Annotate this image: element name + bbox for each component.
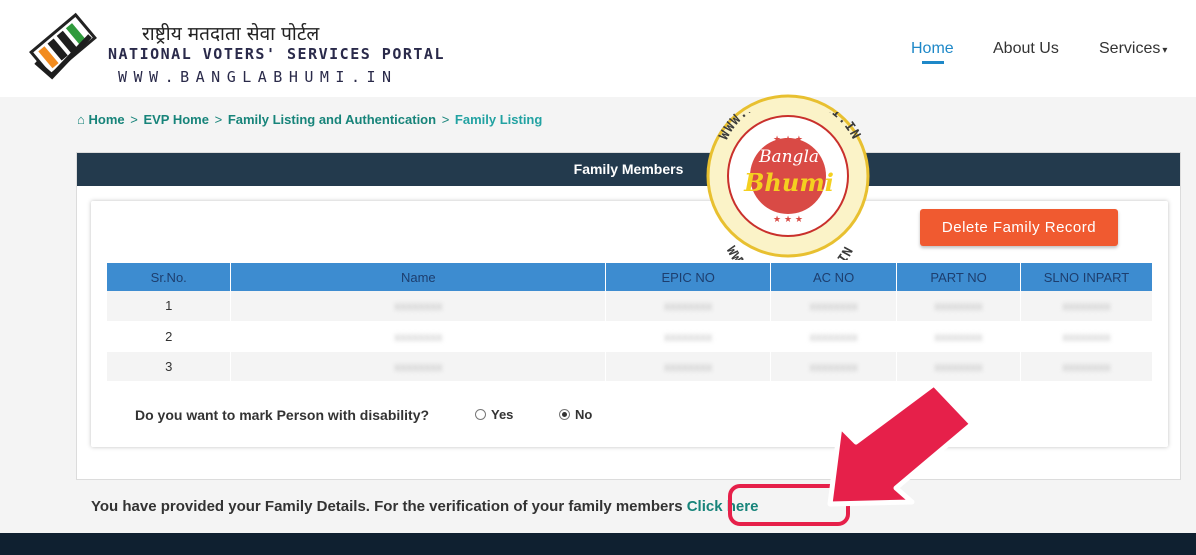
watermark-ring-top-label: WWW.BANGLABHUMI.IN	[717, 89, 863, 143]
cell-slno: xxxxxxxx	[1020, 351, 1153, 382]
breadcrumb-separator: >	[441, 112, 450, 127]
site-footer	[0, 533, 1196, 555]
redacted-text: xxxxxxxx	[809, 299, 858, 314]
column-header-slno: SLNO INPART	[1020, 263, 1153, 291]
breadcrumb-home[interactable]: Home	[88, 112, 124, 127]
breadcrumb-current: Family Listing	[454, 112, 543, 127]
redacted-text: xxxxxxxx	[1062, 329, 1111, 344]
cell-srno: 1	[107, 291, 232, 322]
panel-title: Family Members	[77, 153, 1180, 186]
radio-no-circle[interactable]	[559, 409, 570, 420]
cell-ac: xxxxxxxx	[770, 321, 898, 352]
watermark-ring-text-bottom: WWW.BANGLABHUMI.IN	[705, 220, 875, 294]
breadcrumb: ⌂ Home > EVP Home > Family Listing and A…	[77, 112, 542, 127]
redacted-text: xxxxxxxx	[809, 329, 858, 344]
radio-no[interactable]: No	[559, 407, 592, 422]
cell-epic: xxxxxxxx	[605, 351, 772, 382]
redacted-text: xxxxxxxx	[934, 359, 983, 374]
redacted-text: xxxxxxxx	[664, 359, 713, 374]
nav-home[interactable]: Home	[911, 40, 954, 58]
cell-name: xxxxxxxx	[230, 351, 607, 382]
table-row: 2 xxxxxxxx xxxxxxxx xxxxxxxx xxxxxxxx xx…	[107, 321, 1153, 352]
redacted-text: xxxxxxxx	[394, 299, 443, 314]
watermark-ring-bottom-label: WWW.BANGLABHUMI.IN	[723, 244, 856, 294]
radio-yes-circle[interactable]	[475, 409, 486, 420]
breadcrumb-family-auth[interactable]: Family Listing and Authentication	[228, 112, 436, 127]
eci-logo-icon	[29, 12, 97, 80]
cell-part: xxxxxxxx	[896, 351, 1022, 382]
nav-services-label: Services	[1099, 40, 1161, 57]
radio-no-label: No	[575, 407, 593, 422]
breadcrumb-separator: >	[130, 112, 138, 127]
family-members-card: Delete Family Record Sr.No. Name EPIC NO…	[91, 201, 1168, 447]
radio-yes[interactable]: Yes	[475, 407, 513, 422]
family-members-table: Sr.No. Name EPIC NO AC NO PART NO SLNO I…	[107, 263, 1153, 382]
column-header-srno: Sr.No.	[107, 263, 232, 291]
notice-text: You have provided your Family Details. F…	[91, 498, 683, 515]
redacted-text: xxxxxxxx	[934, 299, 983, 314]
redacted-text: xxxxxxxx	[1062, 359, 1111, 374]
cell-part: xxxxxxxx	[896, 321, 1022, 352]
svg-text:WWW.BANGLABHUMI.IN: WWW.BANGLABHUMI.IN	[717, 112, 864, 142]
cell-epic: xxxxxxxx	[605, 291, 772, 322]
breadcrumb-separator: >	[214, 112, 223, 127]
watermark-ring-bottom-icon: WWW.BANGLABHUMI.IN	[723, 244, 857, 294]
cell-ac: xxxxxxxx	[770, 291, 898, 322]
portal-title-hindi: राष्ट्रीय मतदाता सेवा पोर्टल	[142, 23, 320, 45]
cell-slno: xxxxxxxx	[1020, 291, 1153, 322]
cell-epic: xxxxxxxx	[605, 321, 772, 352]
caret-down-icon: ▾	[1162, 45, 1168, 56]
disability-question: Do you want to mark Person with disabili…	[135, 407, 430, 423]
svg-text:WWW.BANGLABHUMI.IN: WWW.BANGLABHUMI.IN	[723, 244, 857, 260]
redacted-text: xxxxxxxx	[394, 329, 443, 344]
cell-slno: xxxxxxxx	[1020, 321, 1153, 352]
portal-title-english: NATIONAL VOTERS' SERVICES PORTAL	[108, 45, 445, 63]
redacted-text: xxxxxxxx	[664, 329, 713, 344]
cell-srno: 3	[107, 351, 232, 382]
redacted-text: xxxxxxxx	[394, 359, 443, 374]
site-header: राष्ट्रीय मतदाता सेवा पोर्टल NATIONAL VO…	[0, 0, 1196, 97]
nav-about-us[interactable]: About Us	[993, 40, 1059, 58]
family-members-panel: Family Members Delete Family Record Sr.N…	[76, 152, 1181, 480]
cell-part: xxxxxxxx	[896, 291, 1022, 322]
home-icon: ⌂	[77, 112, 85, 127]
cell-name: xxxxxxxx	[230, 321, 607, 352]
table-row: 1 xxxxxxxx xxxxxxxx xxxxxxxx xxxxxxxx xx…	[107, 291, 1153, 322]
redacted-text: xxxxxxxx	[664, 299, 713, 314]
column-header-part: PART NO	[896, 263, 1022, 291]
radio-yes-label: Yes	[491, 407, 514, 422]
watermark-center-line1: Bangla	[758, 147, 820, 167]
redacted-text: xxxxxxxx	[809, 359, 858, 374]
verification-notice: You have provided your Family Details. F…	[91, 498, 758, 515]
nav-active-indicator	[922, 61, 944, 64]
table-row: 3 xxxxxxxx xxxxxxxx xxxxxxxx xxxxxxxx xx…	[107, 351, 1153, 382]
nav-services[interactable]: Services ▾	[1099, 40, 1167, 58]
website-label: WWW.BANGLABHUMI.IN	[118, 68, 398, 86]
cell-name: xxxxxxxx	[230, 291, 607, 322]
watermark-center-line2: Bhumi	[744, 168, 834, 197]
cell-srno: 2	[107, 321, 232, 352]
column-header-name: Name	[230, 263, 607, 291]
breadcrumb-evp-home[interactable]: EVP Home	[143, 112, 209, 127]
table-header-row: Sr.No. Name EPIC NO AC NO PART NO SLNO I…	[107, 263, 1153, 291]
cell-ac: xxxxxxxx	[770, 351, 898, 382]
redacted-text: xxxxxxxx	[934, 329, 983, 344]
delete-family-record-button[interactable]: Delete Family Record	[920, 209, 1118, 246]
redacted-text: xxxxxxxx	[1062, 299, 1111, 314]
pointer-arrow-icon	[827, 381, 975, 507]
